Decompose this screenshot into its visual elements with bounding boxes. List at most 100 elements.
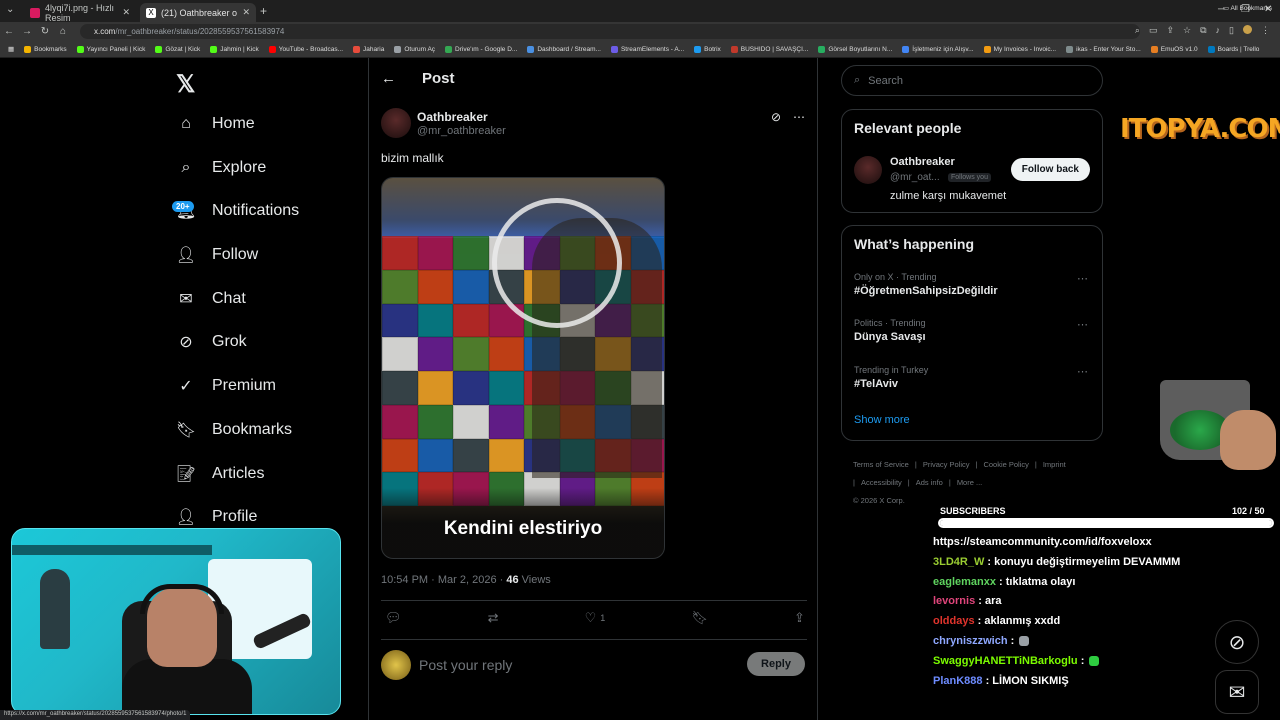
reply-button[interactable]: Reply <box>747 652 805 676</box>
bookmark-item[interactable]: ikas - Enter Your Sto... <box>1066 45 1141 53</box>
browser-tab-x[interactable]: X (21) Oathbreaker on X: "bizim m ✕ <box>140 3 256 22</box>
whats-happening-card: What’s happening Only on X · Trending #Ö… <box>841 225 1103 441</box>
bookmark-item[interactable]: Görsel Boyutlarını N... <box>818 45 892 53</box>
sidepanel-icon[interactable]: ▯ <box>1229 25 1234 36</box>
footer-link[interactable]: Imprint <box>1043 460 1066 469</box>
menu-icon[interactable]: ⋮ <box>1261 25 1270 36</box>
bookmark-item[interactable]: Oturum Aç <box>394 45 435 53</box>
extensions-icon[interactable]: ⧉ <box>1200 25 1206 36</box>
close-tab-icon[interactable]: ✕ <box>122 7 130 18</box>
person-name[interactable]: Oathbreaker <box>890 156 955 168</box>
address-bar[interactable]: x.com/mr_oathbreaker/status/202855953756… <box>80 24 1140 39</box>
chat-text: : LİMON SIKMIŞ <box>982 674 1069 687</box>
nav-item-bookmarks[interactable]: 🔖︎ Bookmarks <box>176 420 292 440</box>
apps-icon[interactable]: ▦ <box>8 45 14 53</box>
trend-item[interactable]: Politics · Trending Dünya Savaşı <box>854 318 926 343</box>
share-icon[interactable]: ⇪ <box>794 610 805 626</box>
footer-link[interactable]: Accessibility <box>861 478 902 487</box>
bookmark-item[interactable]: Jahmin | Kick <box>210 45 259 53</box>
all-bookmarks[interactable]: ▭ All Bookmarks <box>1223 4 1272 12</box>
bookmark-item[interactable]: My Invoices - Invoic... <box>983 45 1056 53</box>
post-timestamp[interactable]: 10:54 PM · Mar 2, 2026 · <box>381 574 506 586</box>
nav-label: Profile <box>212 508 258 525</box>
zoom-icon[interactable]: ⌕ <box>1135 25 1140 36</box>
back-icon[interactable]: ← <box>0 26 18 37</box>
tab-search-icon[interactable]: ⌄ <box>6 4 14 15</box>
more-icon[interactable]: ⋯ <box>793 110 805 124</box>
nav-item-notifications[interactable]: 🔔︎Notifications <box>176 201 299 221</box>
chat-username: eaglemanxx <box>933 575 996 588</box>
star-icon[interactable]: ☆ <box>1183 25 1191 36</box>
reload-icon[interactable]: ↻ <box>36 26 54 37</box>
reply-icon[interactable]: 💬︎ <box>385 610 402 626</box>
bookmark-item[interactable]: StreamElements - A... <box>610 45 684 53</box>
repost-icon[interactable]: ⇄ <box>488 610 499 626</box>
footer-link[interactable]: © 2026 X Corp. <box>853 496 905 505</box>
trend-more-icon[interactable]: ⋯ <box>1077 318 1088 331</box>
bookmark-item[interactable]: İşletmeniz için Alışv... <box>902 45 974 53</box>
show-more-link[interactable]: Show more <box>854 414 910 426</box>
person-avatar[interactable] <box>854 156 882 184</box>
bookmark-item[interactable]: Botrix <box>694 45 721 53</box>
media-icon[interactable]: ♪ <box>1216 25 1221 36</box>
search-input[interactable]: ⌕ Search <box>841 65 1103 96</box>
footer-link[interactable]: Cookie Policy <box>983 460 1028 469</box>
new-tab-button[interactable]: + <box>260 4 267 18</box>
chat-username: 3LD4R_W <box>933 555 985 568</box>
author-handle[interactable]: @mr_oathbreaker <box>417 125 506 137</box>
nav-item-grok[interactable]: ⊘ Grok <box>176 332 246 352</box>
chat-emote-icon <box>1019 636 1030 647</box>
nav-item-premium[interactable]: ✓ Premium <box>176 376 276 396</box>
close-tab-icon[interactable]: ✕ <box>242 7 250 18</box>
bookmark-item[interactable]: Drive'ım - Google D... <box>445 45 517 53</box>
footer-link[interactable]: Terms of Service <box>853 460 909 469</box>
bookmark-item[interactable]: Jaharia <box>353 45 384 53</box>
bookmark-item[interactable]: Gözat | Kick <box>155 45 200 53</box>
flag-tile <box>417 371 453 405</box>
follow-back-button[interactable]: Follow back <box>1010 158 1090 181</box>
like-button[interactable]: ♡ 1 <box>585 610 606 626</box>
grok-icon[interactable]: ⊘ <box>771 110 781 124</box>
views-count: 46 <box>506 574 519 586</box>
footer-link[interactable]: Privacy Policy <box>923 460 970 469</box>
nav-item-profile[interactable]: 👤︎ Profile <box>176 507 258 527</box>
bookmark-item[interactable]: Yayıncı Paneli | Kick <box>76 45 145 53</box>
trend-meta: Politics · Trending <box>854 318 926 328</box>
share-icon[interactable]: ⇪ <box>1166 25 1174 36</box>
footer-link[interactable]: More ... <box>957 478 982 487</box>
bookmark-item[interactable]: BUSHIDO | SAVAŞÇI... <box>730 45 808 53</box>
bookmark-item[interactable]: EmuOS v1.0 <box>1150 45 1198 53</box>
nav-item-home[interactable]: ⌂ Home <box>176 114 255 134</box>
trend-item[interactable]: Trending in Turkey #TelAviv <box>854 365 928 390</box>
forward-icon[interactable]: → <box>18 26 36 37</box>
bookmark-item[interactable]: Bookmarks <box>24 45 67 53</box>
bookmark-item[interactable]: Boards | Trello <box>1207 45 1259 53</box>
browser-tab-image[interactable]: 4lyqi7i.png - Hızlı Resim ✕ <box>24 3 136 23</box>
post-media[interactable]: Kendini elestiriyo <box>381 177 665 559</box>
cast-icon[interactable]: ▭ <box>1149 25 1158 36</box>
trend-more-icon[interactable]: ⋯ <box>1077 272 1088 285</box>
author-avatar[interactable] <box>381 108 411 138</box>
bookmark-item[interactable]: YouTube - Broadcas... <box>268 45 343 53</box>
author-name[interactable]: Oathbreaker <box>417 110 488 124</box>
home-icon[interactable]: ⌂ <box>54 26 72 37</box>
bookmark-icon[interactable]: 🔖︎ <box>691 610 708 626</box>
footer-link[interactable]: Ads info <box>916 478 943 487</box>
trend-name: #ÖğretmenSahipsizDeğildir <box>854 285 998 297</box>
bookmark-item[interactable]: Dashboard / Stream... <box>527 45 601 53</box>
messages-button[interactable]: ✉ <box>1215 670 1259 714</box>
grok-button[interactable]: ⊘ <box>1215 620 1259 664</box>
x-logo[interactable]: 𝕏 <box>176 70 195 99</box>
nav-item-chat[interactable]: ✉ Chat <box>176 289 246 309</box>
user-avatar[interactable] <box>381 650 411 680</box>
nav-item-follow[interactable]: 👤︎ Follow <box>176 245 258 265</box>
trend-item[interactable]: Only on X · Trending #ÖğretmenSahipsizDe… <box>854 272 998 297</box>
trend-more-icon[interactable]: ⋯ <box>1077 365 1088 378</box>
nav-item-explore[interactable]: ⌕ Explore <box>176 158 267 178</box>
nav-item-articles[interactable]: 📝︎ Articles <box>176 464 265 484</box>
bookmark-favicon-icon <box>394 45 402 53</box>
profile-avatar[interactable] <box>1243 25 1252 34</box>
reply-input[interactable]: Post your reply <box>419 657 512 673</box>
person-handle[interactable]: @mr_oat... <box>890 172 940 183</box>
back-arrow-icon[interactable]: ← <box>381 70 396 87</box>
